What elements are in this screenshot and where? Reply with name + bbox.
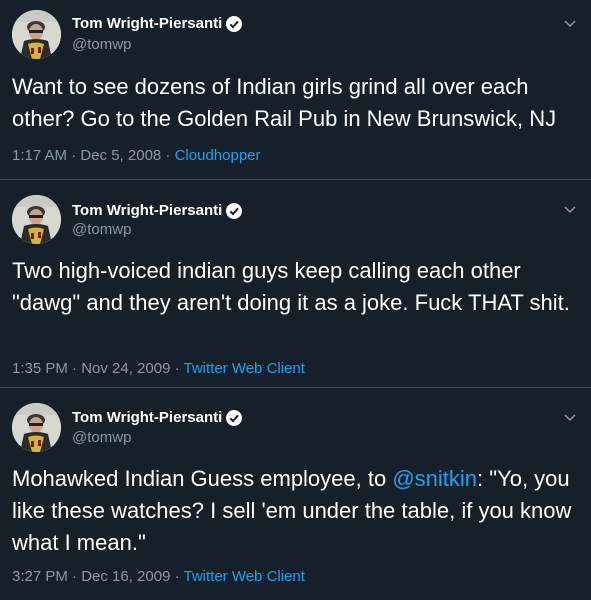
display-name-text: Tom Wright-Piersanti (72, 202, 223, 219)
display-name-text: Tom Wright-Piersanti (72, 409, 223, 426)
tweet-text-part: Mohawked Indian Guess employee, to (12, 466, 393, 491)
display-name[interactable]: Tom Wright-Piersanti (72, 15, 243, 32)
verified-badge-icon (226, 202, 243, 219)
tweet-text: Two high-voiced indian guys keep calling… (12, 258, 570, 315)
user-handle[interactable]: @tomwp (72, 221, 131, 238)
tweet-timestamp[interactable]: 1:17 AM · Dec 5, 2008 · (12, 147, 175, 164)
tweet-meta: 1:35 PM · Nov 24, 2009 · Twitter Web Cli… (12, 360, 305, 377)
avatar[interactable] (12, 10, 61, 59)
verified-badge-icon (226, 409, 243, 426)
chevron-down-icon[interactable] (563, 202, 577, 216)
avatar[interactable] (12, 403, 61, 452)
tweet-meta: 3:27 PM · Dec 16, 2009 · Twitter Web Cli… (12, 568, 305, 585)
chevron-down-icon[interactable] (563, 410, 577, 424)
user-handle[interactable]: @tomwp (72, 429, 131, 446)
user-handle[interactable]: @tomwp (72, 36, 131, 53)
avatar[interactable] (12, 195, 61, 244)
display-name[interactable]: Tom Wright-Piersanti (72, 409, 243, 426)
tweet[interactable]: Tom Wright-Piersanti @tomwp Two high-voi… (0, 180, 591, 387)
client-link[interactable]: Twitter Web Client (183, 568, 304, 585)
mention-link[interactable]: @snitkin (392, 466, 477, 491)
verified-badge-icon (226, 15, 243, 32)
tweet-meta: 1:17 AM · Dec 5, 2008 · Cloudhopper (12, 147, 261, 164)
client-link[interactable]: Cloudhopper (175, 147, 261, 164)
tweet-timestamp[interactable]: 3:27 PM · Dec 16, 2009 · (12, 568, 183, 585)
display-name[interactable]: Tom Wright-Piersanti (72, 202, 243, 219)
tweet-text: Mohawked Indian Guess employee, to @snit… (12, 463, 579, 559)
tweet-text: Want to see dozens of Indian girls grind… (12, 74, 557, 131)
chevron-down-icon[interactable] (563, 16, 577, 30)
client-link[interactable]: Twitter Web Client (183, 360, 304, 377)
tweet[interactable]: Tom Wright-Piersanti @tomwp Mohawked Ind… (0, 388, 591, 600)
tweet-timestamp[interactable]: 1:35 PM · Nov 24, 2009 · (12, 360, 183, 377)
tweet[interactable]: Tom Wright-Piersanti @tomwp Want to see … (0, 0, 591, 179)
display-name-text: Tom Wright-Piersanti (72, 15, 223, 32)
